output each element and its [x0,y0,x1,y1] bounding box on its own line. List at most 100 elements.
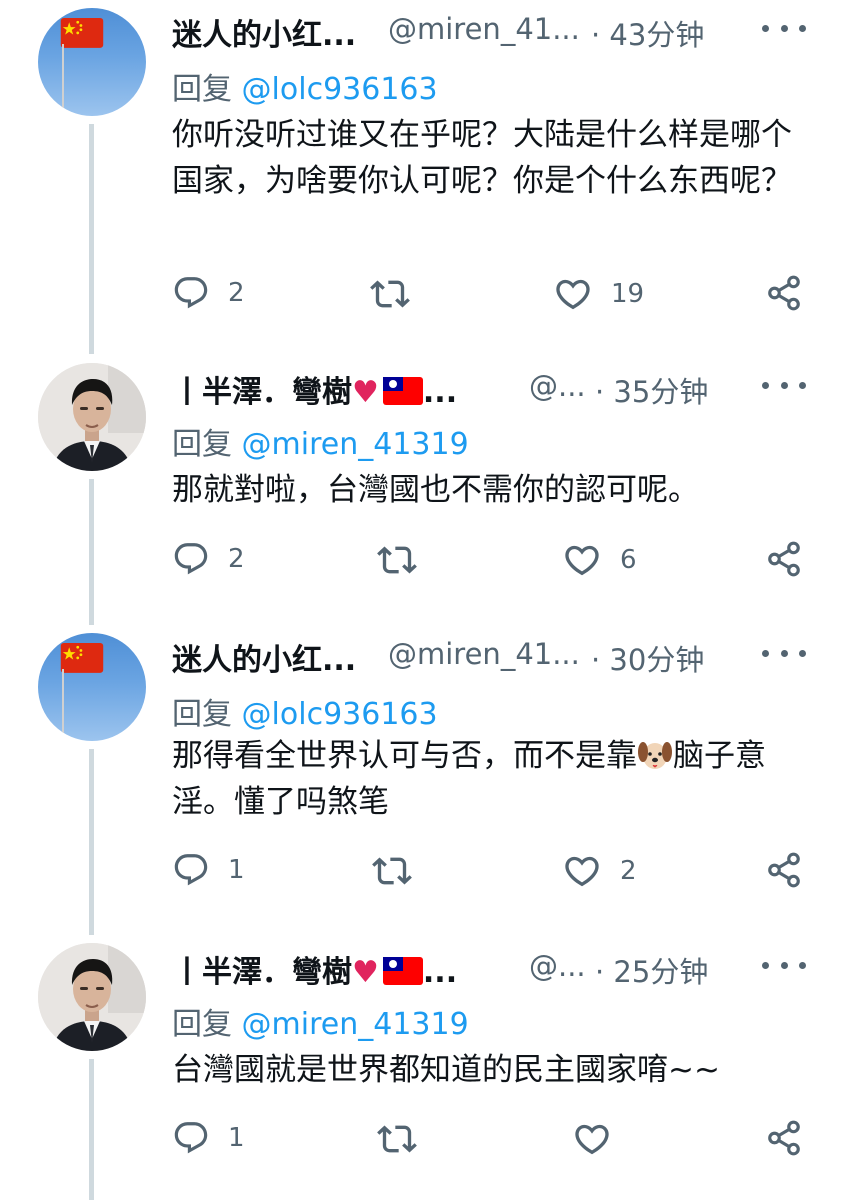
author-name-text: 丨半澤．彎樹 [172,375,352,410]
reply-icon [172,851,210,889]
author-handle[interactable]: @... [529,949,586,983]
more-icon[interactable] [762,375,806,395]
like-button[interactable]: 6 [562,540,637,580]
timestamp[interactable]: · 30分钟 [591,637,704,679]
like-icon [572,1119,612,1159]
reply-mention-link[interactable]: @lolc936163 [242,697,438,732]
timestamp[interactable]: · 43分钟 [591,12,704,54]
tweet-text: 你听没听过谁又在乎呢？大陆是什么样是哪个国家，为啥要你认可呢？你是个什么东西呢？ [172,117,792,199]
replying-to: 回复 @miren_41319 [172,999,469,1043]
reply-prefix: 回复 [172,72,242,107]
tweet[interactable]: 迷人的小红... @miren_41... · 30分钟 回复 @lolc936… [0,625,843,935]
reply-button[interactable]: 2 [172,274,245,312]
replying-to: 回复 @miren_41319 [172,419,469,463]
reply-icon [172,274,210,312]
avatar[interactable] [38,8,146,116]
reply-count: 2 [228,544,245,574]
share-icon [765,540,803,578]
share-icon [765,851,803,889]
author-name[interactable]: 丨半澤．彎樹♥... [172,947,457,991]
reply-mention-link[interactable]: @miren_41319 [242,1007,469,1042]
more-icon[interactable] [762,18,806,38]
user-photo-icon [38,363,146,471]
more-icon[interactable] [762,955,806,975]
share-button[interactable] [765,1119,803,1157]
author-handle[interactable]: @miren_41... [388,637,580,671]
share-icon [765,274,803,312]
taiwan-flag-icon [382,377,423,405]
like-icon [553,274,593,314]
author-handle[interactable]: @miren_41... [388,12,580,46]
thread-connector [89,749,94,935]
reply-count: 1 [228,1123,245,1153]
share-button[interactable] [765,851,803,889]
share-icon [765,1119,803,1157]
reply-prefix: 回复 [172,427,242,462]
tweet[interactable]: 迷人的小红... @miren_41... · 43分钟 回复 @lolc936… [0,0,843,354]
china-flag-icon [60,643,104,675]
reply-count: 2 [228,278,245,308]
author-name[interactable]: 丨半澤．彎樹♥... [172,367,457,411]
retweet-icon [372,851,412,891]
more-icon[interactable] [762,643,806,663]
author-name[interactable]: 迷人的小红... [172,635,356,679]
thread-connector [89,1059,94,1200]
share-button[interactable] [765,274,803,312]
like-button[interactable] [572,1119,630,1159]
reply-count: 1 [228,855,245,885]
author-handle[interactable]: @... [529,369,586,403]
reply-prefix: 回复 [172,1007,242,1042]
like-button[interactable]: 19 [553,274,644,314]
like-button[interactable]: 2 [562,851,637,891]
reply-mention-link[interactable]: @lolc936163 [242,72,438,107]
reply-button[interactable]: 2 [172,540,245,578]
author-name-ellipsis: ... [422,375,458,410]
heart-emoji-icon: ♥ [352,955,379,990]
like-count: 2 [620,856,637,886]
thread-connector [89,124,94,354]
retweet-icon [377,540,417,580]
tweet-text-part: 那得看全世界认可与否，而不是靠 [172,738,637,774]
retweet-button[interactable] [370,274,410,314]
avatar[interactable] [38,633,146,741]
like-icon [562,851,602,891]
retweet-button[interactable] [377,540,417,580]
reply-icon [172,1119,210,1157]
tweet-text: 那就對啦，台灣國也不需你的認可呢。 [172,472,699,508]
tweet-text: 那得看全世界认可与否，而不是靠 脑子意淫。懂了吗煞笔 [172,733,812,825]
flagpole [62,669,64,741]
taiwan-flag-icon [382,957,423,985]
retweet-icon [377,1119,417,1159]
replying-to: 回复 @lolc936163 [172,689,438,733]
reply-prefix: 回复 [172,697,242,732]
tweet[interactable]: 丨半澤．彎樹♥... @... · 25分钟 回复 @miren_41319 台… [0,935,843,1200]
reply-button[interactable]: 1 [172,851,245,889]
china-flag-icon [60,18,104,50]
retweet-button[interactable] [377,1119,417,1159]
retweet-button[interactable] [372,851,412,891]
dog-emoji-icon [638,742,672,769]
reply-mention-link[interactable]: @miren_41319 [242,427,469,462]
avatar[interactable] [38,943,146,1051]
share-button[interactable] [765,540,803,578]
reply-button[interactable]: 1 [172,1119,245,1157]
tweet[interactable]: 丨半澤．彎樹♥... @... · 35分钟 回复 @miren_41319 那… [0,355,843,625]
author-name-ellipsis: ... [422,955,458,990]
author-name-text: 丨半澤．彎樹 [172,955,352,990]
author-name[interactable]: 迷人的小红... [172,10,356,54]
replying-to: 回复 @lolc936163 [172,64,438,108]
like-count: 19 [611,279,645,309]
timestamp[interactable]: · 25分钟 [595,949,708,991]
like-count: 6 [620,545,637,575]
timestamp[interactable]: · 35分钟 [595,369,708,411]
heart-emoji-icon: ♥ [352,375,379,410]
tweet-text: 台灣國就是世界都知道的民主國家唷~~ [172,1052,720,1088]
flagpole [62,44,64,116]
retweet-icon [370,274,410,314]
avatar[interactable] [38,363,146,471]
like-icon [562,540,602,580]
thread-connector [89,479,94,625]
reply-icon [172,540,210,578]
reply-thread: 迷人的小红... @miren_41... · 43分钟 回复 @lolc936… [0,0,843,1200]
user-photo-icon [38,943,146,1051]
